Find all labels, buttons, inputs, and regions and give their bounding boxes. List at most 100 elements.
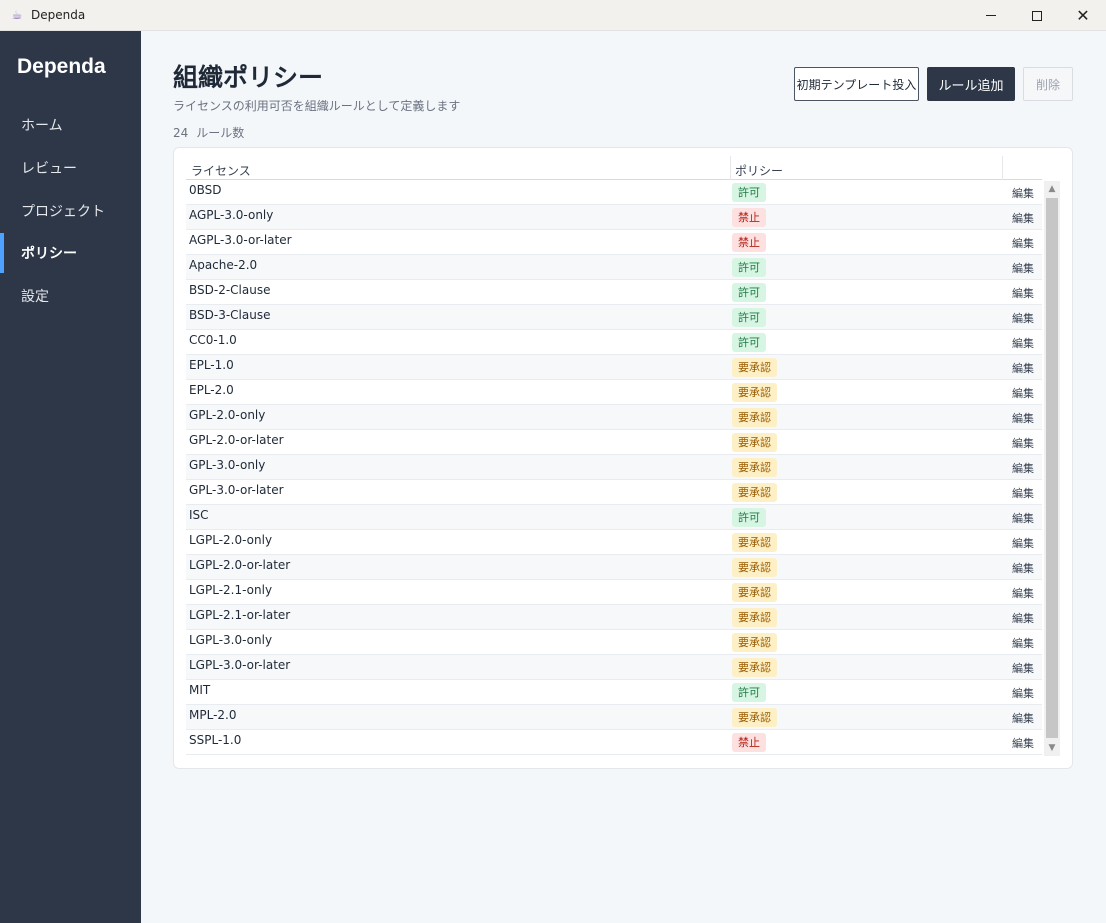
delete-button[interactable]: 削除 xyxy=(1023,67,1073,101)
license-name: 0BSD xyxy=(189,183,222,197)
rule-count-value: 24 xyxy=(173,126,189,140)
license-name: LGPL-2.0-only xyxy=(189,533,273,547)
edit-button[interactable]: 編集 xyxy=(1012,510,1034,526)
table-row[interactable]: Apache-2.0 許可 編集 xyxy=(186,255,1042,280)
scroll-thumb[interactable] xyxy=(1046,198,1058,738)
edit-button[interactable]: 編集 xyxy=(1012,435,1034,451)
sidebar-item-review[interactable]: レビュー xyxy=(0,148,141,188)
policy-badge: 要承認 xyxy=(732,383,777,402)
sidebar-item-home[interactable]: ホーム xyxy=(0,105,141,145)
table-row[interactable]: BSD-3-Clause 許可 編集 xyxy=(186,305,1042,330)
edit-button[interactable]: 編集 xyxy=(1012,285,1034,301)
policy-badge: 許可 xyxy=(732,333,766,352)
table-row[interactable]: GPL-2.0-or-later 要承認 編集 xyxy=(186,430,1042,455)
page-title: 組織ポリシー xyxy=(173,63,324,92)
table-row[interactable]: AGPL-3.0-only 禁止 編集 xyxy=(186,205,1042,230)
policy-badge: 許可 xyxy=(732,308,766,327)
table-row[interactable]: CC0-1.0 許可 編集 xyxy=(186,330,1042,355)
license-name: GPL-2.0-only xyxy=(189,408,266,422)
maximize-button[interactable] xyxy=(1014,0,1060,31)
edit-button[interactable]: 編集 xyxy=(1012,385,1034,401)
edit-button[interactable]: 編集 xyxy=(1012,360,1034,376)
table-row[interactable]: LGPL-2.0-only 要承認 編集 xyxy=(186,530,1042,555)
close-button[interactable]: ✕ xyxy=(1060,0,1106,31)
edit-button[interactable]: 編集 xyxy=(1012,460,1034,476)
edit-button[interactable]: 編集 xyxy=(1012,610,1034,626)
edit-button[interactable]: 編集 xyxy=(1012,335,1034,351)
edit-button[interactable]: 編集 xyxy=(1012,185,1034,201)
policy-badge: 許可 xyxy=(732,283,766,302)
sidebar-item-projects[interactable]: プロジェクト xyxy=(0,191,141,231)
table-row[interactable]: GPL-2.0-only 要承認 編集 xyxy=(186,405,1042,430)
edit-button[interactable]: 編集 xyxy=(1012,735,1034,751)
license-name: LGPL-2.1-only xyxy=(189,583,273,597)
sidebar-item-label: レビュー xyxy=(21,161,77,177)
edit-button[interactable]: 編集 xyxy=(1012,210,1034,226)
table-row[interactable]: AGPL-3.0-or-later 禁止 編集 xyxy=(186,230,1042,255)
table-row[interactable]: ISC 許可 編集 xyxy=(186,505,1042,530)
policy-badge: 要承認 xyxy=(732,533,777,552)
table-row[interactable]: LGPL-2.0-or-later 要承認 編集 xyxy=(186,555,1042,580)
edit-button[interactable]: 編集 xyxy=(1012,635,1034,651)
table-row[interactable]: BSD-2-Clause 許可 編集 xyxy=(186,280,1042,305)
edit-button[interactable]: 編集 xyxy=(1012,310,1034,326)
edit-button[interactable]: 編集 xyxy=(1012,660,1034,676)
edit-button[interactable]: 編集 xyxy=(1012,535,1034,551)
license-name: GPL-3.0-only xyxy=(189,458,266,472)
maximize-icon xyxy=(1032,10,1042,21)
edit-button[interactable]: 編集 xyxy=(1012,710,1034,726)
table-row[interactable]: 0BSD 許可 編集 xyxy=(186,180,1042,205)
policy-badge: 要承認 xyxy=(732,658,777,677)
table-row[interactable]: MPL-2.0 要承認 編集 xyxy=(186,705,1042,730)
table-row[interactable]: LGPL-2.1-or-later 要承認 編集 xyxy=(186,605,1042,630)
table-row[interactable]: SSPL-1.0 禁止 編集 xyxy=(186,730,1042,755)
add-rule-button[interactable]: ルール追加 xyxy=(927,67,1015,101)
license-name: BSD-2-Clause xyxy=(189,283,271,297)
policy-badge: 要承認 xyxy=(732,608,777,627)
window-title: Dependa xyxy=(31,8,86,22)
brand-logo: Dependa xyxy=(17,55,106,78)
license-name: MPL-2.0 xyxy=(189,708,237,722)
policy-badge: 許可 xyxy=(732,183,766,202)
edit-button[interactable]: 編集 xyxy=(1012,560,1034,576)
minimize-button[interactable] xyxy=(968,0,1014,31)
column-header-policy[interactable]: ポリシー xyxy=(735,162,783,179)
insert-template-button[interactable]: 初期テンプレート投入 xyxy=(794,67,919,101)
policy-badge: 要承認 xyxy=(732,458,777,477)
scroll-down-icon[interactable]: ▼ xyxy=(1044,740,1060,756)
table-scrollbar[interactable]: ▲ ▼ xyxy=(1044,181,1060,756)
policy-badge: 禁止 xyxy=(732,233,766,252)
license-name: ISC xyxy=(189,508,209,522)
sidebar-item-settings[interactable]: 設定 xyxy=(0,276,141,316)
column-divider[interactable] xyxy=(730,156,731,180)
scroll-up-icon[interactable]: ▲ xyxy=(1044,181,1060,197)
sidebar: Dependa ホーム レビュー プロジェクト ポリシー 設定 xyxy=(0,31,141,923)
table-row[interactable]: MIT 許可 編集 xyxy=(186,680,1042,705)
table-row[interactable]: LGPL-3.0-or-later 要承認 編集 xyxy=(186,655,1042,680)
table-row[interactable]: LGPL-3.0-only 要承認 編集 xyxy=(186,630,1042,655)
table-row[interactable]: GPL-3.0-or-later 要承認 編集 xyxy=(186,480,1042,505)
column-header-license[interactable]: ライセンス xyxy=(191,162,251,179)
edit-button[interactable]: 編集 xyxy=(1012,585,1034,601)
table-row[interactable]: LGPL-2.1-only 要承認 編集 xyxy=(186,580,1042,605)
edit-button[interactable]: 編集 xyxy=(1012,235,1034,251)
edit-button[interactable]: 編集 xyxy=(1012,685,1034,701)
table-row[interactable]: GPL-3.0-only 要承認 編集 xyxy=(186,455,1042,480)
edit-button[interactable]: 編集 xyxy=(1012,260,1034,276)
edit-button[interactable]: 編集 xyxy=(1012,485,1034,501)
license-name: EPL-1.0 xyxy=(189,358,234,372)
column-divider[interactable] xyxy=(1002,156,1003,180)
policy-table-body: 0BSD 許可 編集 AGPL-3.0-only 禁止 編集 AGPL-3.0-or-lat… xyxy=(186,180,1042,755)
table-row[interactable]: EPL-2.0 要承認 編集 xyxy=(186,380,1042,405)
policy-badge: 要承認 xyxy=(732,483,777,502)
license-name: GPL-3.0-or-later xyxy=(189,483,284,497)
minimize-icon xyxy=(986,15,996,16)
sidebar-item-label: プロジェクト xyxy=(21,204,105,220)
policy-badge: 要承認 xyxy=(732,358,777,377)
policy-badge: 要承認 xyxy=(732,408,777,427)
license-name: MIT xyxy=(189,683,211,697)
policy-badge: 許可 xyxy=(732,508,766,527)
sidebar-item-policy[interactable]: ポリシー xyxy=(0,233,141,273)
table-row[interactable]: EPL-1.0 要承認 編集 xyxy=(186,355,1042,380)
edit-button[interactable]: 編集 xyxy=(1012,410,1034,426)
